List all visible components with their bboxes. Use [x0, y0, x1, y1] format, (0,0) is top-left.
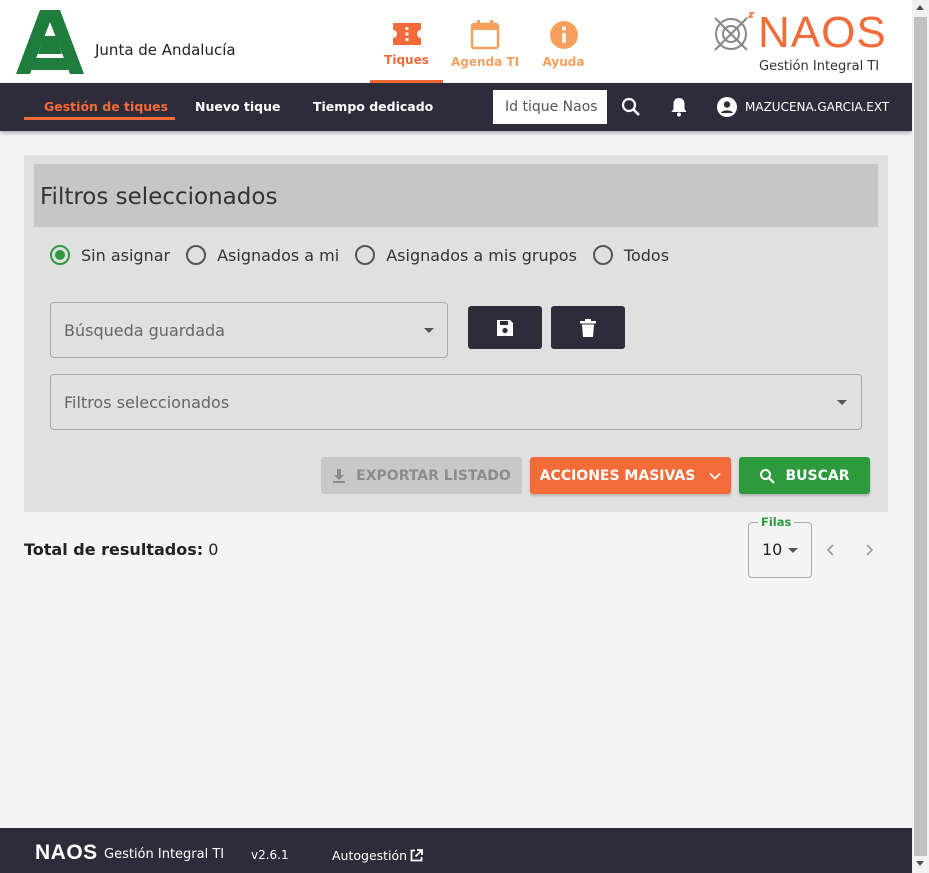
chevron-down-icon	[424, 328, 434, 333]
mass-actions-label: ACCIONES MASIVAS	[539, 467, 696, 484]
info-icon	[549, 21, 578, 49]
rows-per-page-value[interactable]: 10	[762, 540, 782, 559]
tab-agenda-label: Agenda TI	[450, 55, 520, 69]
save-search-button[interactable]	[468, 306, 542, 349]
nav-active-indicator	[24, 117, 175, 120]
user-account-icon[interactable]	[715, 95, 739, 119]
tab-ayuda[interactable]: Ayuda	[527, 0, 600, 83]
org-name: Junta de Andalucía	[95, 41, 236, 59]
tab-ayuda-label: Ayuda	[542, 55, 585, 69]
radio-checked-icon[interactable]	[50, 245, 70, 265]
junta-andalucia-logo[interactable]	[16, 10, 84, 74]
autogestion-link[interactable]: Autogestión	[332, 848, 424, 863]
footer-brand: NAOS	[35, 841, 98, 864]
scroll-up-arrow-icon[interactable]	[916, 5, 924, 10]
filters-title: Filtros seleccionados	[40, 184, 278, 210]
main-navbar: Gestión de tiques Nuevo tique Tiempo ded…	[0, 83, 912, 131]
saved-search-placeholder: Búsqueda guardada	[64, 321, 225, 340]
search-icon[interactable]	[619, 95, 643, 119]
app-header: Junta de Andalucía Tiques Agenda TI Ayud…	[0, 0, 912, 83]
footer-version: v2.6.1	[251, 848, 289, 862]
radio-asignados-a-mi[interactable]: Asignados a mi	[186, 245, 339, 265]
export-list-button[interactable]: EXPORTAR LISTADO	[321, 457, 522, 494]
ticket-id-search-input[interactable]	[493, 90, 607, 124]
calendar-icon	[470, 20, 500, 50]
trash-icon	[580, 318, 596, 337]
assignment-radio-group: Sin asignar Asignados a mi Asignados a m…	[50, 245, 685, 265]
chevron-right-icon[interactable]	[862, 543, 876, 557]
nav-nuevo-tique[interactable]: Nuevo tique	[195, 99, 281, 114]
delete-search-button[interactable]	[551, 306, 625, 349]
selected-filters-placeholder: Filtros seleccionados	[64, 393, 230, 412]
total-results: Total de resultados: 0	[24, 540, 218, 559]
search-button-label: BUSCAR	[785, 467, 850, 484]
radio-label: Todos	[623, 245, 670, 265]
radio-sin-asignar[interactable]: Sin asignar	[50, 245, 170, 265]
app-footer: NAOS Gestión Integral TI v2.6.1 Autogest…	[0, 828, 912, 873]
radio-label: Asignados a mi	[217, 245, 340, 265]
page-scrollbar[interactable]	[912, 0, 929, 873]
chevron-down-icon	[709, 472, 721, 480]
selected-filters-select[interactable]: Filtros seleccionados	[50, 374, 862, 430]
nav-tiempo-dedicado[interactable]: Tiempo dedicado	[313, 99, 433, 114]
download-icon	[333, 468, 346, 483]
radio-todos[interactable]: Todos	[592, 245, 670, 265]
saved-search-select[interactable]: Búsqueda guardada	[50, 302, 448, 358]
floppy-disk-icon	[497, 319, 513, 336]
ticket-icon	[392, 23, 421, 45]
radio-unchecked-icon[interactable]	[186, 245, 207, 265]
radio-label: Sin asignar	[81, 245, 171, 265]
nav-gestion-tiques[interactable]: Gestión de tiques	[44, 99, 168, 114]
tab-tiques[interactable]: Tiques	[370, 0, 443, 83]
external-link-icon	[410, 849, 424, 862]
export-list-label: EXPORTAR LISTADO	[356, 467, 511, 484]
footer-subtitle: Gestión Integral TI	[104, 847, 225, 862]
naos-logo-icon	[714, 12, 755, 51]
radio-unchecked-icon[interactable]	[592, 245, 613, 265]
total-results-value: 0	[208, 540, 219, 559]
naos-brand: NAOS	[758, 8, 887, 57]
chevron-down-icon[interactable]	[788, 548, 798, 553]
chevron-left-icon[interactable]	[824, 543, 838, 557]
radio-asignados-mis-grupos[interactable]: Asignados a mis grupos	[355, 245, 577, 265]
naos-subtitle: Gestión Integral TI	[759, 59, 880, 74]
mass-actions-button[interactable]: ACCIONES MASIVAS	[530, 457, 731, 494]
tab-agenda[interactable]: Agenda TI	[445, 0, 525, 83]
search-button[interactable]: BUSCAR	[739, 457, 870, 494]
bell-icon[interactable]	[667, 95, 691, 119]
rows-per-page-label: Filas	[758, 515, 795, 529]
radio-label: Asignados a mis grupos	[386, 245, 577, 265]
search-icon	[760, 468, 776, 484]
filters-panel: Filtros seleccionados Sin asignar Asigna…	[24, 155, 888, 512]
scrollbar-thumb[interactable]	[914, 17, 927, 856]
user-name[interactable]: MAZUCENA.GARCIA.EXT	[745, 100, 889, 114]
top-nav: Tiques Agenda TI Ayuda	[370, 0, 602, 83]
radio-unchecked-icon[interactable]	[355, 245, 376, 265]
chevron-down-icon	[837, 400, 847, 405]
autogestion-label: Autogestión	[332, 848, 408, 863]
scroll-down-arrow-icon[interactable]	[916, 861, 924, 866]
total-results-label: Total de resultados:	[24, 540, 204, 559]
tab-tiques-label: Tiques	[384, 53, 429, 67]
